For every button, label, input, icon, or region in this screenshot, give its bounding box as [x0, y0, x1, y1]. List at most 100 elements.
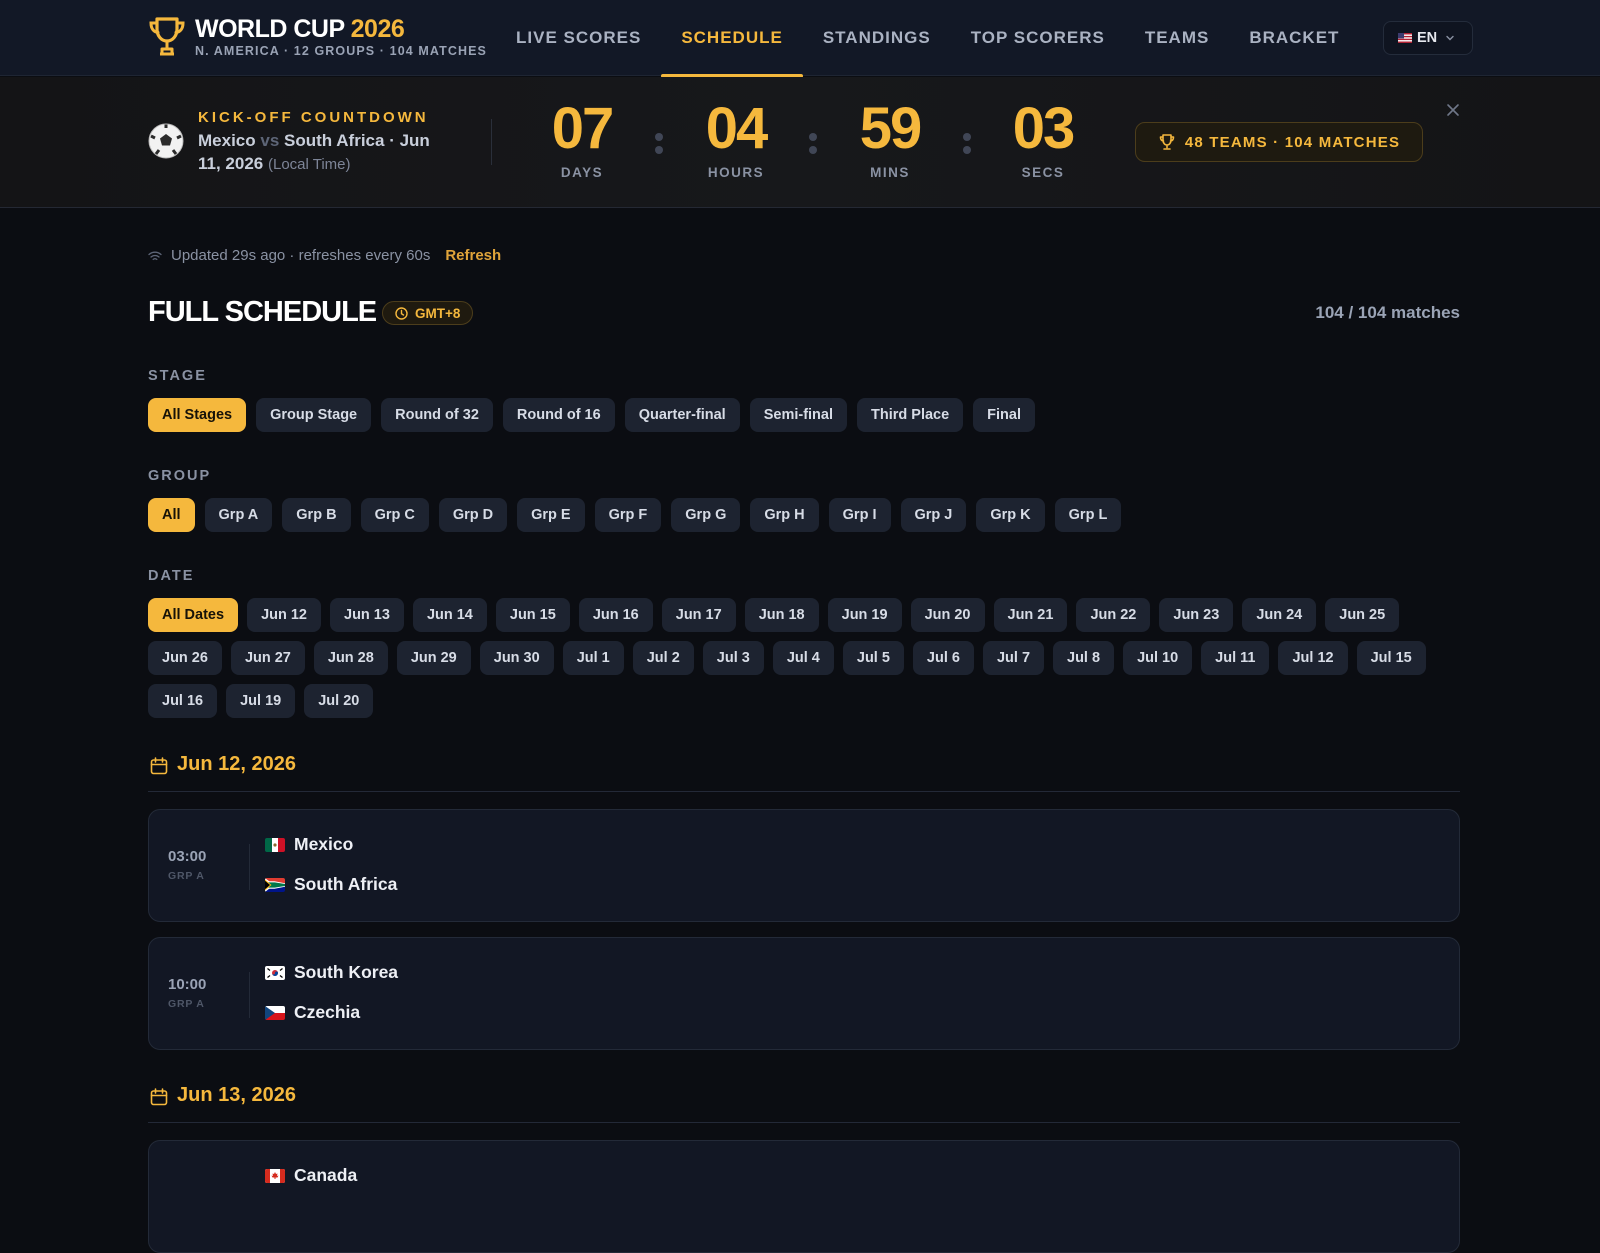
- hours-value: 04: [705, 96, 769, 161]
- timezone-badge[interactable]: GMT+8: [382, 301, 474, 325]
- date-chip[interactable]: Jun 19: [827, 598, 902, 632]
- secs-value: 03: [1012, 96, 1076, 161]
- date-chip[interactable]: Jul 10: [1123, 641, 1193, 675]
- group-chip-c[interactable]: Grp C: [360, 498, 429, 532]
- date-chip[interactable]: Jul 20: [304, 684, 374, 718]
- countdown-hours: 04 HOURS: [676, 95, 796, 180]
- date-chip[interactable]: Jul 3: [702, 641, 764, 675]
- date-chip[interactable]: Jun 24: [1242, 598, 1317, 632]
- home-team-name: South Korea: [294, 962, 399, 982]
- group-chip-k[interactable]: Grp K: [976, 498, 1045, 532]
- refresh-link[interactable]: Refresh: [445, 247, 501, 264]
- date-chip[interactable]: Jun 13: [330, 598, 404, 632]
- stage-chip-semi-final[interactable]: Semi-final: [749, 398, 847, 432]
- nav-schedule[interactable]: SCHEDULE: [661, 0, 803, 78]
- date-chip[interactable]: Jul 19: [226, 684, 296, 718]
- match-group: GRP A: [168, 870, 205, 882]
- date-chip[interactable]: Jun 14: [412, 598, 487, 632]
- date-chip[interactable]: Jun 15: [495, 598, 570, 632]
- countdown-secs: 03 SECS: [983, 95, 1103, 180]
- date-chip[interactable]: Jul 5: [842, 641, 904, 675]
- date-chip[interactable]: Jun 23: [1159, 598, 1234, 632]
- stage-chip-all[interactable]: All Stages: [148, 398, 247, 432]
- mx-flag-icon: [265, 837, 285, 852]
- date-chip[interactable]: Jul 7: [982, 641, 1045, 675]
- date-chip[interactable]: Jun 16: [578, 598, 653, 632]
- countdown-away-team: South Africa: [284, 131, 385, 150]
- language-selector[interactable]: EN: [1383, 21, 1473, 55]
- date-chip[interactable]: Jul 1: [562, 641, 624, 675]
- group-chip-i[interactable]: Grp I: [828, 498, 891, 532]
- calendar-icon: [150, 1088, 168, 1106]
- stage-chip-final[interactable]: Final: [973, 398, 1036, 432]
- group-chip-b[interactable]: Grp B: [282, 498, 351, 532]
- group-chip-a[interactable]: Grp A: [204, 498, 273, 532]
- date-chip[interactable]: Jul 12: [1278, 641, 1348, 675]
- date-chip[interactable]: Jun 18: [744, 598, 819, 632]
- secs-label: SECS: [1021, 165, 1065, 180]
- match-card[interactable]: Canada: [148, 1140, 1460, 1253]
- stage-chip-round-32[interactable]: Round of 32: [381, 398, 493, 432]
- countdown-separator: [963, 133, 971, 159]
- date-chip[interactable]: Jul 2: [632, 641, 694, 675]
- date-row-2: Jun 26 Jun 27 Jun 28 Jun 29 Jun 30 Jul 1…: [148, 641, 1458, 675]
- trophy-icon: [1159, 134, 1175, 150]
- us-flag-icon: [1398, 33, 1412, 43]
- update-status-text: Updated 29s ago · refreshes every 60s: [171, 247, 431, 264]
- update-status: Updated 29s ago · refreshes every 60s Re…: [148, 247, 501, 264]
- date-chip[interactable]: Jun 30: [479, 641, 554, 675]
- date-chip[interactable]: Jun 17: [661, 598, 736, 632]
- group-chip-h[interactable]: Grp H: [750, 498, 819, 532]
- match-card[interactable]: 10:00 GRP A South Korea Czechia: [148, 937, 1460, 1050]
- days-value: 07: [551, 96, 615, 161]
- group-chip-all[interactable]: All: [148, 498, 195, 532]
- date-filter: All Dates Jun 12 Jun 13 Jun 14 Jun 15 Ju…: [148, 598, 1458, 727]
- countdown-vs: vs: [260, 131, 280, 150]
- countdown-home-team: Mexico: [198, 131, 256, 150]
- match-divider: [249, 972, 250, 1018]
- date-chip[interactable]: Jun 21: [993, 598, 1068, 632]
- brand-subtitle: N. AMERICA · 12 GROUPS · 104 MATCHES: [195, 44, 487, 58]
- date-chip[interactable]: Jun 28: [313, 641, 388, 675]
- nav-top-scorers[interactable]: TOP SCORERS: [951, 0, 1125, 76]
- match-count: 104 / 104 matches: [1315, 303, 1460, 322]
- date-chip[interactable]: Jul 11: [1201, 641, 1270, 675]
- group-chip-j[interactable]: Grp J: [900, 498, 967, 532]
- date-chip[interactable]: Jun 12: [247, 598, 321, 632]
- language-label: EN: [1417, 30, 1438, 46]
- brand[interactable]: WORLD CUP 2026 N. AMERICA · 12 GROUPS · …: [148, 16, 487, 58]
- match-card[interactable]: 03:00 GRP A Mexico South Africa: [148, 809, 1460, 922]
- date-chip[interactable]: Jul 6: [912, 641, 974, 675]
- group-chip-f[interactable]: Grp F: [594, 498, 662, 532]
- nav-standings[interactable]: STANDINGS: [803, 0, 951, 76]
- date-chip[interactable]: Jun 22: [1076, 598, 1151, 632]
- days-label: DAYS: [560, 165, 604, 180]
- group-chip-d[interactable]: Grp D: [438, 498, 508, 532]
- stage-chip-group[interactable]: Group Stage: [256, 398, 372, 432]
- stage-chip-round-16[interactable]: Round of 16: [502, 398, 615, 432]
- countdown-divider: [491, 119, 492, 165]
- nav-teams[interactable]: TEAMS: [1125, 0, 1230, 76]
- countdown-mins: 59 MINS: [830, 95, 950, 180]
- date-chip[interactable]: Jun 29: [396, 641, 471, 675]
- home-team: Mexico: [265, 834, 353, 855]
- nav-bracket[interactable]: BRACKET: [1229, 0, 1359, 76]
- date-chip[interactable]: Jun 26: [148, 641, 222, 675]
- date-chip[interactable]: Jul 8: [1053, 641, 1115, 675]
- group-chip-l[interactable]: Grp L: [1054, 498, 1122, 532]
- stage-chip-third-place[interactable]: Third Place: [857, 398, 964, 432]
- date-chip[interactable]: Jun 20: [910, 598, 985, 632]
- date-chip[interactable]: Jun 27: [230, 641, 305, 675]
- date-chip[interactable]: Jul 15: [1356, 641, 1426, 675]
- date-chip-all[interactable]: All Dates: [148, 598, 239, 632]
- stage-chip-quarter-final[interactable]: Quarter-final: [624, 398, 740, 432]
- date-chip[interactable]: Jul 16: [148, 684, 218, 718]
- date-chip[interactable]: Jul 4: [772, 641, 834, 675]
- date-chip[interactable]: Jun 25: [1325, 598, 1400, 632]
- group-chip-g[interactable]: Grp G: [671, 498, 741, 532]
- soccer-ball-icon: [148, 123, 184, 159]
- home-team: South Korea: [265, 962, 398, 983]
- nav-live-scores[interactable]: LIVE SCORES: [516, 0, 661, 76]
- group-chip-e[interactable]: Grp E: [517, 498, 585, 532]
- close-icon[interactable]: [1445, 102, 1461, 118]
